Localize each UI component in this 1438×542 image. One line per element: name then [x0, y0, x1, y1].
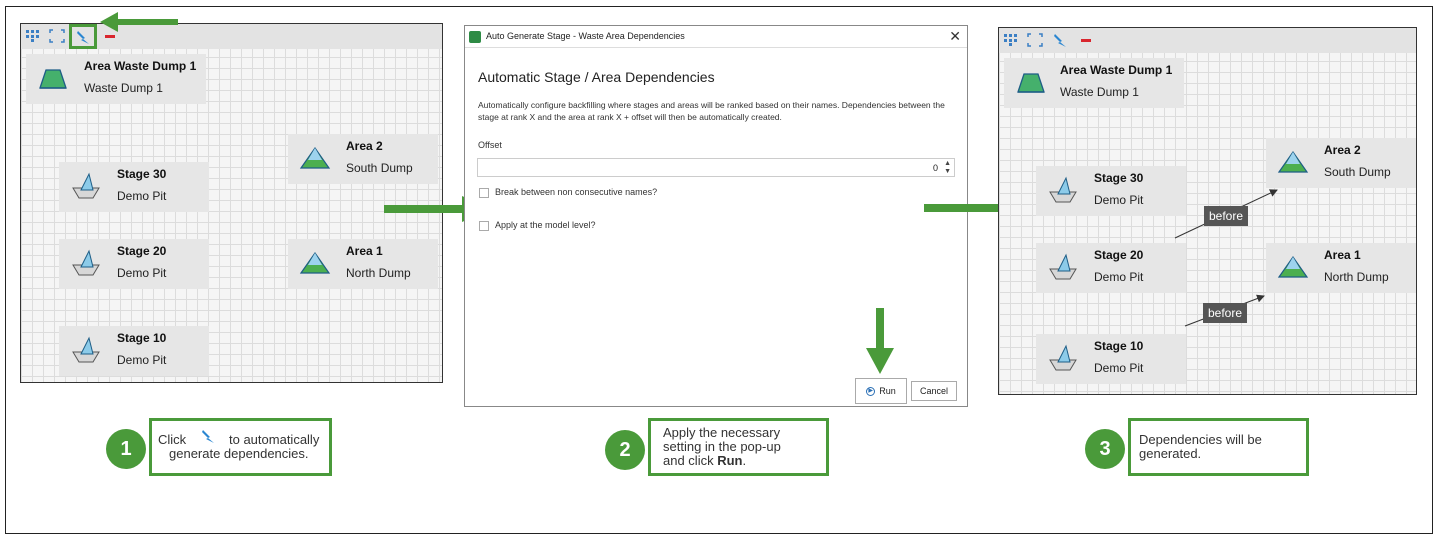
step-2-line3-text: and click: [663, 453, 718, 468]
node-title: Stage 30: [117, 167, 167, 181]
node-title: Stage 10: [117, 331, 167, 345]
node-title: Area 1: [1324, 248, 1361, 262]
node-area-2[interactable]: Area 2 South Dump: [288, 134, 438, 184]
dump-icon: [1277, 150, 1309, 173]
node-title: Area 2: [1324, 143, 1361, 157]
node-subtitle: North Dump: [1324, 270, 1389, 284]
node-area-1[interactable]: Area 1 North Dump: [1266, 243, 1416, 293]
pointer-arrow-icon: [866, 308, 894, 374]
node-subtitle: Demo Pit: [1094, 270, 1144, 284]
dump-icon: [299, 251, 331, 274]
stage-icon: [1049, 344, 1077, 371]
run-label: Run: [879, 386, 896, 396]
step-2-line3-end: .: [742, 453, 747, 468]
dependency-canvas-before[interactable]: Area Waste Dump 1 Waste Dump 1 Area 2 So…: [20, 23, 443, 383]
dialog-titlebar: Auto Generate Stage - Waste Area Depende…: [465, 26, 967, 48]
step-1-callout: Click to automatically generate dependen…: [149, 418, 332, 476]
node-subtitle: Demo Pit: [1094, 361, 1144, 375]
auto-generate-icon: [202, 430, 214, 443]
node-title: Area Waste Dump 1: [1060, 63, 1173, 77]
step-1-badge: 1: [106, 429, 146, 469]
dependency-label: before: [1203, 303, 1248, 323]
node-area-waste-dump-1[interactable]: Area Waste Dump 1 Waste Dump 1: [26, 54, 206, 104]
offset-value: 0: [932, 163, 938, 173]
node-subtitle: Waste Dump 1: [1060, 85, 1139, 99]
area-icon: [1017, 73, 1045, 93]
break-checkbox[interactable]: [479, 188, 489, 198]
close-icon[interactable]: ✕: [949, 28, 961, 45]
step-3-callout: Dependencies will be generated.: [1128, 418, 1309, 476]
dump-icon: [299, 146, 331, 169]
fit-screen-icon[interactable]: [48, 27, 66, 45]
node-stage-30[interactable]: Stage 30 Demo Pit: [1036, 166, 1186, 216]
node-title: Area 1: [346, 244, 383, 258]
node-stage-20[interactable]: Stage 20 Demo Pit: [59, 239, 209, 289]
node-area-2[interactable]: Area 2 South Dump: [1266, 138, 1416, 188]
node-title: Stage 20: [117, 244, 167, 258]
canvas-toolbar: [21, 24, 442, 49]
step-2-badge: 2: [605, 430, 645, 470]
node-subtitle: Demo Pit: [1094, 193, 1144, 207]
step-3-line1: Dependencies will be: [1139, 432, 1262, 447]
dialog-heading: Automatic Stage / Area Dependencies: [478, 69, 715, 85]
run-button[interactable]: ▶ Run: [855, 378, 907, 404]
step-2-run-bold: Run: [717, 453, 743, 468]
step-1-text-a: Click: [158, 432, 187, 447]
step-3-line2: generated.: [1139, 446, 1202, 461]
node-title: Stage 10: [1094, 339, 1144, 353]
node-stage-10[interactable]: Stage 10 Demo Pit: [59, 326, 209, 376]
node-subtitle: South Dump: [1324, 165, 1391, 179]
stage-icon: [72, 336, 100, 363]
layout-icon[interactable]: [24, 27, 42, 45]
node-subtitle: Demo Pit: [117, 266, 167, 280]
stage-icon: [72, 249, 100, 276]
node-title: Stage 20: [1094, 248, 1144, 262]
offset-input[interactable]: 0 ▲ ▼: [477, 158, 955, 177]
auto-generate-icon[interactable]: [69, 24, 97, 49]
node-title: Area 2: [346, 139, 383, 153]
break-checkbox-label: Break between non consecutive names?: [495, 187, 658, 197]
step-2-line1: Apply the necessary: [663, 425, 781, 440]
dump-icon: [1277, 255, 1309, 278]
stage-icon: [1049, 176, 1077, 203]
step-2-line3: and click Run.: [663, 454, 826, 468]
step-1-text-c: generate dependencies.: [169, 446, 309, 461]
node-title: Area Waste Dump 1: [84, 59, 197, 73]
step-1-text-b: to automatically: [229, 432, 320, 447]
node-area-waste-dump-1[interactable]: Area Waste Dump 1 Waste Dump 1: [1004, 58, 1184, 108]
node-subtitle: Demo Pit: [117, 353, 167, 367]
cancel-button[interactable]: Cancel: [911, 381, 957, 401]
node-subtitle: South Dump: [346, 161, 413, 175]
app-icon: [469, 31, 481, 43]
node-stage-20[interactable]: Stage 20 Demo Pit: [1036, 243, 1186, 293]
apply-model-checkbox[interactable]: [479, 221, 489, 231]
step-3-badge: 3: [1085, 429, 1125, 469]
node-stage-10[interactable]: Stage 10 Demo Pit: [1036, 334, 1186, 384]
node-subtitle: North Dump: [346, 266, 411, 280]
node-area-1[interactable]: Area 1 North Dump: [288, 239, 438, 289]
node-title: Stage 30: [1094, 171, 1144, 185]
spinner-icon[interactable]: ▲ ▼: [944, 160, 951, 176]
stage-icon: [72, 172, 100, 199]
step-2-callout: Apply the necessary setting in the pop-u…: [648, 418, 829, 476]
dependency-canvas-after[interactable]: before before Area Waste Dump 1 Waste Du…: [998, 27, 1417, 395]
offset-label: Offset: [478, 140, 502, 150]
area-icon: [39, 69, 67, 89]
dependency-label: before: [1204, 206, 1249, 226]
dialog-description: Automatically configure backfilling wher…: [478, 100, 945, 122]
dialog-window-title: Auto Generate Stage - Waste Area Depende…: [486, 31, 685, 41]
node-stage-30[interactable]: Stage 30 Demo Pit: [59, 162, 209, 212]
step-2-line2: setting in the pop-up: [663, 439, 781, 454]
apply-model-checkbox-label: Apply at the model level?: [495, 220, 596, 230]
run-icon: ▶: [866, 386, 876, 396]
stage-icon: [1049, 253, 1077, 280]
pointer-arrow-icon: [100, 12, 178, 32]
node-subtitle: Waste Dump 1: [84, 81, 163, 95]
node-subtitle: Demo Pit: [117, 189, 167, 203]
